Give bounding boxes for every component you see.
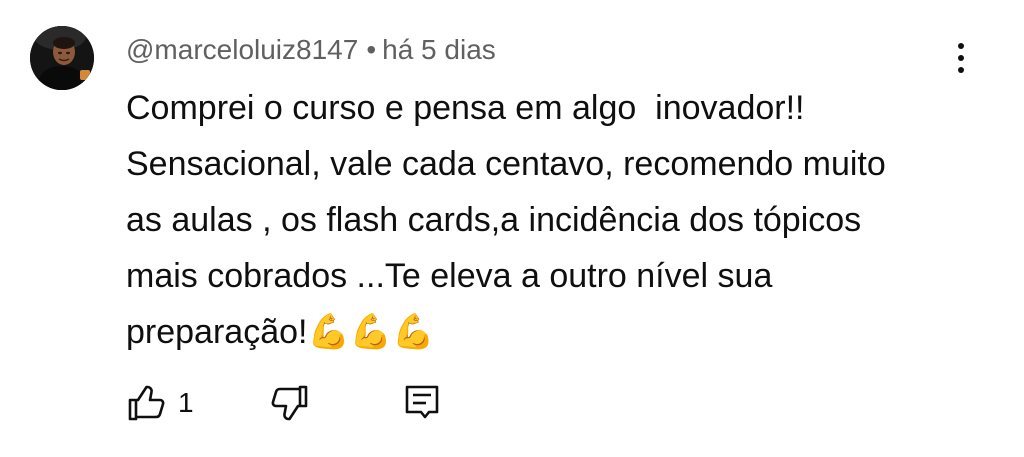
like-button[interactable]: 1 bbox=[126, 383, 194, 423]
reply-button[interactable] bbox=[402, 383, 442, 423]
vertical-dots-icon bbox=[958, 43, 964, 73]
comment-line: Sensacional, vale cada centavo, recomend… bbox=[126, 145, 886, 183]
thumbs-down-icon bbox=[271, 385, 307, 421]
comment-header: @marceloluiz8147 • há 5 dias bbox=[126, 30, 496, 70]
avatar-image bbox=[30, 26, 94, 90]
avatar[interactable] bbox=[30, 26, 94, 90]
thumbs-up-icon bbox=[128, 385, 165, 421]
comment-line: preparação!💪💪💪 bbox=[126, 313, 435, 351]
meta-separator: • bbox=[366, 34, 377, 65]
more-options-button[interactable] bbox=[944, 36, 978, 80]
comment-text: Comprei o curso e pensa em algo inovador… bbox=[126, 80, 986, 360]
like-count: 1 bbox=[178, 387, 194, 418]
comment-line: as aulas , os flash cards,a incidência d… bbox=[126, 201, 862, 239]
author-handle[interactable]: @marceloluiz8147 bbox=[126, 34, 358, 65]
reply-comment-icon bbox=[405, 385, 438, 419]
comment-line: mais cobrados ...Te eleva a outro nível … bbox=[126, 257, 773, 295]
dislike-button[interactable] bbox=[270, 383, 310, 423]
comment-line: Comprei o curso e pensa em algo inovador… bbox=[126, 89, 805, 127]
comment-timestamp[interactable]: há 5 dias bbox=[382, 34, 496, 65]
comment-actions: 1 bbox=[126, 378, 442, 428]
